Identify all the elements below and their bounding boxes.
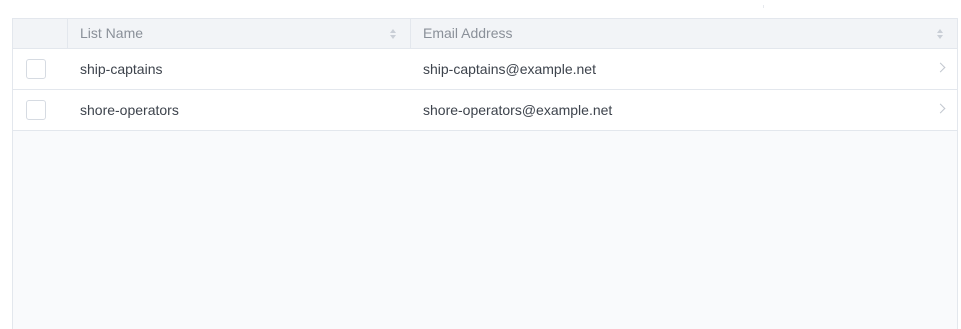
table-body: ship-captains ship-captains@example.net …: [13, 49, 957, 131]
column-header-label: List Name: [80, 25, 144, 41]
chevron-right-icon[interactable]: [935, 103, 946, 114]
list-name-cell: shore-operators: [80, 102, 179, 118]
table-header: List Name Email Address: [13, 19, 957, 49]
email-address-cell: shore-operators@example.net: [423, 102, 613, 118]
row-checkbox[interactable]: [26, 59, 46, 79]
sort-icon[interactable]: [390, 29, 396, 39]
divider-tick: [763, 5, 764, 8]
table-row[interactable]: shore-operators shore-operators@example.…: [13, 90, 957, 131]
column-header-email-address[interactable]: Email Address: [411, 19, 957, 48]
column-header-list-name[interactable]: List Name: [68, 19, 411, 48]
chevron-right-icon[interactable]: [935, 62, 946, 73]
table-row[interactable]: ship-captains ship-captains@example.net: [13, 49, 957, 90]
header-select-column: [13, 19, 68, 48]
mailing-lists-table: List Name Email Address ship-captains sh…: [12, 18, 958, 329]
column-header-label: Email Address: [423, 25, 513, 41]
list-name-cell: ship-captains: [80, 61, 163, 77]
row-checkbox[interactable]: [26, 100, 46, 120]
sort-icon[interactable]: [937, 29, 943, 39]
email-address-cell: ship-captains@example.net: [423, 61, 596, 77]
